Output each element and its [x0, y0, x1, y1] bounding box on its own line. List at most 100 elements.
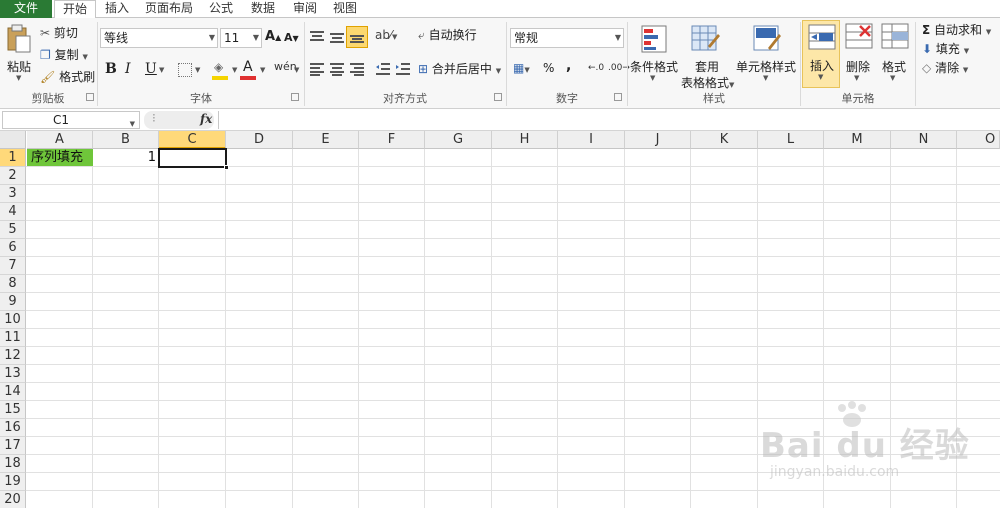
- format-cells-button[interactable]: 格式 ▼: [878, 22, 912, 86]
- underline-button[interactable]: U: [145, 61, 157, 77]
- cell-styles-button[interactable]: 单元格样式 ▼: [736, 22, 798, 86]
- row-header-6[interactable]: 6: [0, 239, 26, 257]
- row-header-1[interactable]: 1: [0, 149, 26, 167]
- merge-center-button[interactable]: ⊞ 合并后居中 ▼: [418, 60, 501, 77]
- cell-b1[interactable]: 1: [93, 149, 159, 166]
- row-header-16[interactable]: 16: [0, 419, 26, 437]
- increase-decimal-icon[interactable]: ←.0: [588, 63, 604, 73]
- fill-color-button[interactable]: ◈: [212, 60, 230, 80]
- number-format-select[interactable]: 常规 ▼: [510, 28, 624, 48]
- row-header-5[interactable]: 5: [0, 221, 26, 239]
- row-header-19[interactable]: 19: [0, 473, 26, 491]
- chevron-down-icon[interactable]: ▼: [260, 66, 265, 74]
- decrease-indent-icon[interactable]: [375, 62, 391, 76]
- insert-cells-button[interactable]: 插入 ▼: [802, 20, 840, 88]
- cut-button[interactable]: ✂ 剪切: [40, 24, 78, 42]
- chevron-down-icon[interactable]: ▼: [159, 66, 164, 74]
- conditional-format-button[interactable]: 条件格式 ▼: [630, 22, 678, 86]
- orientation-icon[interactable]: ab⁄▼: [375, 28, 397, 42]
- borders-icon[interactable]: [178, 63, 192, 77]
- align-center-icon[interactable]: [329, 62, 345, 76]
- tab-view[interactable]: 视图: [326, 0, 364, 18]
- column-header-k[interactable]: K: [691, 131, 758, 149]
- tab-data[interactable]: 数据: [244, 0, 282, 18]
- font-launcher-icon[interactable]: [291, 93, 299, 101]
- tab-file[interactable]: 文件: [0, 0, 52, 18]
- paste-button[interactable]: 粘贴 ▼: [4, 22, 34, 84]
- column-header-l[interactable]: L: [758, 131, 824, 149]
- align-top-icon[interactable]: [309, 30, 325, 44]
- font-name-select[interactable]: 等线 ▼: [100, 28, 218, 48]
- clipboard-launcher-icon[interactable]: [86, 93, 94, 101]
- drag-handle-icon[interactable]: ⁝: [152, 111, 156, 125]
- column-header-j[interactable]: J: [625, 131, 691, 149]
- row-header-15[interactable]: 15: [0, 401, 26, 419]
- chevron-down-icon[interactable]: ▼: [294, 66, 299, 74]
- clear-button[interactable]: ◇ 清除 ▼: [922, 59, 968, 77]
- formula-input[interactable]: [218, 111, 1000, 129]
- align-bottom-button[interactable]: [346, 26, 368, 48]
- tab-home[interactable]: 开始: [54, 0, 96, 19]
- select-all-corner[interactable]: [0, 131, 26, 149]
- percent-button[interactable]: %: [543, 61, 554, 75]
- cell-a1[interactable]: 序列填充: [27, 149, 93, 166]
- comma-button[interactable]: ,: [566, 58, 571, 74]
- row-header-11[interactable]: 11: [0, 329, 26, 347]
- tab-page-layout[interactable]: 页面布局: [140, 0, 198, 18]
- accounting-format-icon[interactable]: ▦▼: [513, 61, 530, 75]
- row-header-9[interactable]: 9: [0, 293, 26, 311]
- column-header-o[interactable]: O: [957, 131, 1000, 149]
- column-header-a[interactable]: A: [27, 131, 93, 149]
- column-header-m[interactable]: M: [824, 131, 891, 149]
- row-header-7[interactable]: 7: [0, 257, 26, 275]
- row-header-2[interactable]: 2: [0, 167, 26, 185]
- italic-button[interactable]: I: [125, 61, 131, 77]
- row-header-20[interactable]: 20: [0, 491, 26, 508]
- column-header-c[interactable]: C: [159, 131, 226, 149]
- row-header-13[interactable]: 13: [0, 365, 26, 383]
- delete-cells-button[interactable]: 删除 ▼: [842, 22, 876, 86]
- format-painter-button[interactable]: 🖌 格式刷: [40, 68, 95, 86]
- tab-review[interactable]: 审阅: [286, 0, 324, 18]
- increase-indent-icon[interactable]: [395, 62, 411, 76]
- row-header-10[interactable]: 10: [0, 311, 26, 329]
- column-header-b[interactable]: B: [93, 131, 159, 149]
- insert-function-icon[interactable]: fx: [200, 112, 212, 126]
- number-launcher-icon[interactable]: [614, 93, 622, 101]
- column-header-n[interactable]: N: [891, 131, 957, 149]
- font-size-select[interactable]: 11 ▼: [220, 28, 262, 48]
- increase-font-icon[interactable]: A▲: [265, 29, 281, 44]
- row-header-12[interactable]: 12: [0, 347, 26, 365]
- align-left-icon[interactable]: [309, 62, 325, 76]
- row-header-4[interactable]: 4: [0, 203, 26, 221]
- column-header-f[interactable]: F: [359, 131, 425, 149]
- alignment-launcher-icon[interactable]: [494, 93, 502, 101]
- row-header-14[interactable]: 14: [0, 383, 26, 401]
- bold-button[interactable]: B: [105, 61, 117, 77]
- align-middle-icon[interactable]: [329, 30, 345, 44]
- copy-button[interactable]: ❐ 复制 ▼: [40, 46, 88, 64]
- row-header-3[interactable]: 3: [0, 185, 26, 203]
- row-header-8[interactable]: 8: [0, 275, 26, 293]
- tab-insert[interactable]: 插入: [98, 0, 136, 18]
- row-header-17[interactable]: 17: [0, 437, 26, 455]
- column-header-g[interactable]: G: [425, 131, 492, 149]
- align-right-icon[interactable]: [349, 62, 365, 76]
- fill-handle[interactable]: [224, 165, 229, 170]
- format-as-table-button[interactable]: 套用 表格格式▼: [680, 22, 734, 90]
- spreadsheet-grid[interactable]: A B C D E F G H I J K L M N O 1 2 3 4 5 …: [0, 131, 1000, 508]
- tab-formulas[interactable]: 公式: [202, 0, 240, 18]
- column-header-i[interactable]: I: [558, 131, 625, 149]
- chevron-down-icon[interactable]: ▼: [232, 66, 237, 74]
- decrease-font-icon[interactable]: A▼: [284, 31, 299, 44]
- row-header-18[interactable]: 18: [0, 455, 26, 473]
- fill-button[interactable]: ⬇ 填充 ▼: [922, 40, 969, 58]
- column-header-d[interactable]: D: [226, 131, 293, 149]
- column-header-e[interactable]: E: [293, 131, 359, 149]
- autosum-button[interactable]: Σ 自动求和 ▼: [922, 21, 991, 39]
- wrap-text-button[interactable]: ⤶ 自动换行: [418, 26, 477, 43]
- active-cell-c1[interactable]: [158, 148, 229, 170]
- chevron-down-icon[interactable]: ▼: [195, 66, 200, 74]
- name-box[interactable]: C1 ▼: [2, 111, 140, 129]
- font-color-button[interactable]: A: [240, 59, 258, 80]
